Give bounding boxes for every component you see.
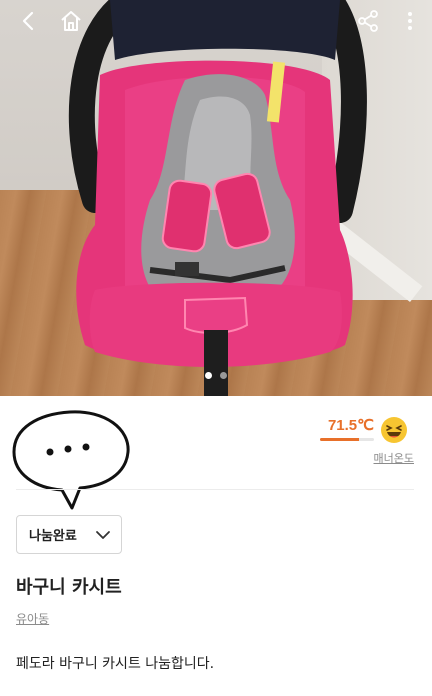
post-category-link[interactable]: 유아동	[16, 610, 49, 627]
more-button[interactable]	[393, 4, 427, 38]
chevron-down-icon	[96, 531, 110, 539]
post-title: 바구니 카시트	[16, 577, 122, 598]
share-icon	[358, 10, 378, 32]
avatar[interactable]	[10, 404, 134, 512]
top-bar	[0, 0, 432, 42]
manner-temp-fill	[320, 438, 359, 441]
trade-status-label: 나눔완료	[29, 529, 77, 544]
chevron-left-icon	[22, 11, 34, 31]
share-button[interactable]	[351, 4, 385, 38]
divider	[16, 489, 414, 490]
seller-profile: 71.5℃ 매너온도	[0, 396, 432, 510]
product-photo[interactable]	[0, 0, 432, 396]
laughing-face-icon	[381, 417, 407, 443]
home-button[interactable]	[54, 4, 88, 38]
back-button[interactable]	[12, 4, 46, 38]
gallery-indicator	[0, 372, 432, 379]
more-vertical-icon	[408, 12, 412, 30]
car-seat-illustration	[68, 0, 367, 396]
manner-temperature[interactable]: 71.5℃ 매너온도	[320, 416, 416, 468]
gallery-dot[interactable]	[220, 372, 227, 379]
post-description: 페도라 바구니 카시트 나눔합니다.	[16, 656, 215, 672]
manner-temp-value: 71.5℃	[327, 417, 374, 434]
manner-temp-bar	[320, 438, 374, 441]
manner-temp-label: 매너온도	[373, 452, 414, 465]
trade-status-dropdown[interactable]: 나눔완료	[16, 515, 122, 554]
gallery-dot[interactable]	[205, 372, 212, 379]
home-icon	[61, 11, 81, 31]
